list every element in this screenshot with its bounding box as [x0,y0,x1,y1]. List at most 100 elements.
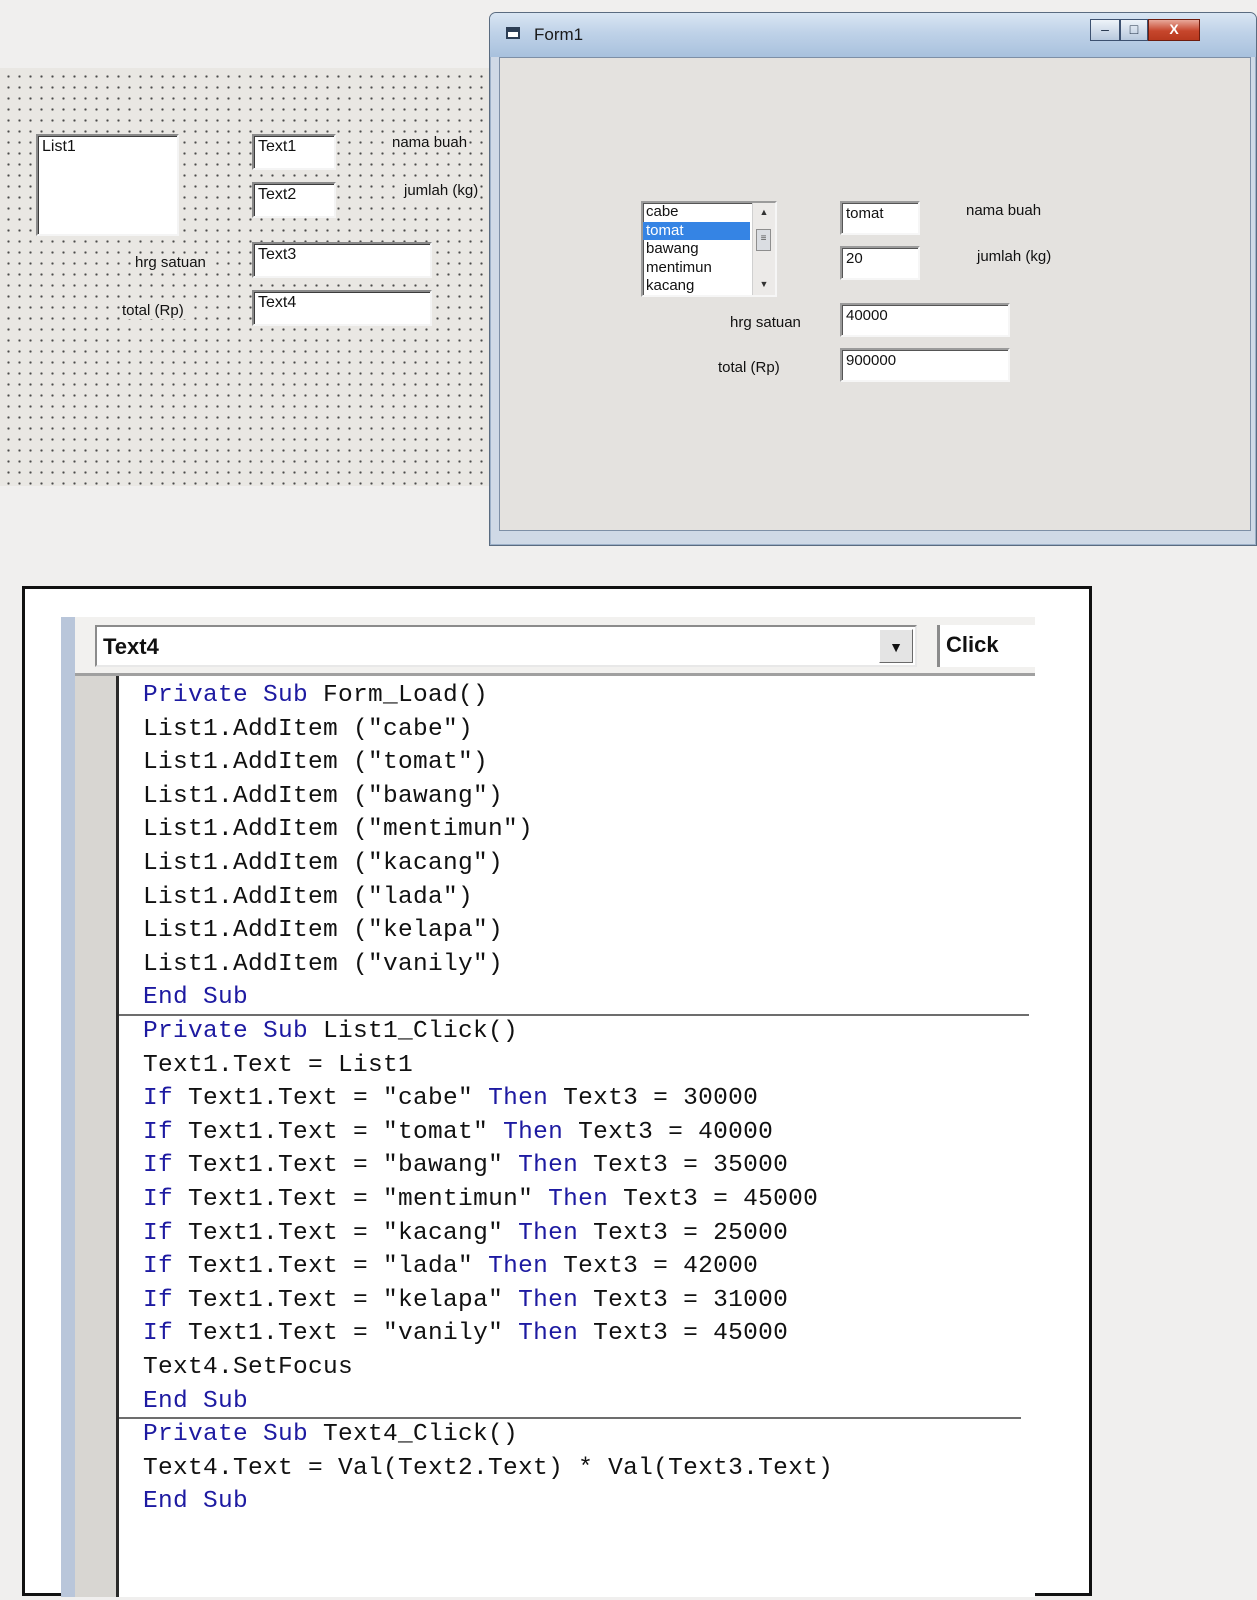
text4-value: 900000 [846,352,897,369]
code-text: Text3 = 25000 [578,1219,789,1247]
code-text: Text3 = 35000 [578,1152,789,1180]
code-line: If Text1.Text = "vanily" Then Text3 = 45… [143,1319,788,1349]
text4-total-field[interactable]: 900000 [840,348,1010,382]
code-window-frame: Text4 ▼ Click Private Sub Form_Load() Lis… [22,586,1092,1597]
code-keyword: If [143,1186,174,1213]
maximize-icon: □ [1129,21,1139,37]
procedure-separator [119,1417,1021,1420]
close-button[interactable]: X [1148,19,1200,41]
code-text: List1.AddItem ("kelapa") [143,917,504,945]
minimize-button[interactable]: – [1090,19,1120,41]
code-text: Form_Load() [308,682,489,709]
design-textbox-text4-label: Text4 [258,294,297,311]
code-text: Text3 = 40000 [563,1118,774,1146]
chevron-down-icon[interactable]: ▼ [879,629,913,663]
fruit-listbox[interactable]: cabe tomat bawang mentimun kacang ▲ ≡ ▼ [641,201,777,297]
code-text: Text1.Text = "kacang" [173,1219,519,1247]
code-line: Private Sub List1_Click() [143,1017,518,1047]
form1-window: Form1 – □ X cabe tomat bawang mentimun kacan… [489,12,1257,546]
code-keyword: Then [518,1219,579,1247]
code-line: If Text1.Text = "tomat" Then Text3 = 400… [143,1118,773,1148]
text2-jumlah-field[interactable]: 20 [840,246,920,280]
scroll-up-icon[interactable]: ▲ [753,203,775,221]
code-line: List1.AddItem ("lada") [143,883,473,913]
code-keyword: If [143,1152,174,1180]
text1-nama-buah-field[interactable]: tomat [840,201,920,235]
event-dropdown[interactable]: Click [937,625,1047,667]
code-line: Text4.SetFocus [143,1353,353,1383]
label-total: total (Rp) [718,359,780,376]
code-keyword: Then [518,1152,579,1180]
code-keyword: Private Sub [143,1421,309,1449]
code-keyword: Then [518,1320,579,1348]
scroll-thumb[interactable]: ≡ [756,229,771,251]
design-label-total: total (Rp) [120,302,186,319]
design-textbox-text2[interactable]: Text2 [252,182,336,218]
object-dropdown[interactable]: Text4 ▼ [95,625,917,667]
code-line: End Sub [143,1487,248,1517]
code-text: Text3 = 30000 [548,1085,759,1113]
code-keyword: Private Sub [143,1018,309,1045]
event-dropdown-value: Click [946,632,999,657]
code-keyword: If [143,1219,174,1247]
design-textbox-text1[interactable]: Text1 [252,134,336,170]
design-textbox-text4[interactable]: Text4 [252,290,432,326]
code-text: Text1.Text = List1 [143,1051,414,1079]
code-line: If Text1.Text = "kelapa" Then Text3 = 31… [143,1286,788,1316]
list-item[interactable]: cabe [643,203,750,222]
code-window: Text4 ▼ Click Private Sub Form_Load() Lis… [61,617,1047,1597]
code-line: List1.AddItem ("kelapa") [143,916,503,946]
code-line: If Text1.Text = "mentimun" Then Text3 = … [143,1185,818,1215]
design-label-nama-buah: nama buah [390,134,470,151]
list-item[interactable]: tomat [643,221,750,240]
text2-value: 20 [846,250,863,267]
maximize-button[interactable]: □ [1120,19,1148,41]
scroll-down-icon[interactable]: ▼ [753,275,775,293]
code-keyword: If [143,1085,174,1113]
code-text: Text1.Text = "cabe" [173,1085,489,1113]
design-textbox-text3[interactable]: Text3 [252,242,432,278]
code-keyword: Then [488,1253,549,1281]
list-item[interactable]: kacang [643,277,750,295]
code-text: List1.AddItem ("cabe") [143,715,474,743]
code-line: Text4.Text = Val(Text2.Text) * Val(Text3… [143,1454,833,1484]
code-keyword: Then [503,1118,564,1146]
code-editor[interactable]: Private Sub Form_Load() List1.AddItem ("c… [119,679,1035,1597]
design-label-harga-satuan: hrg satuan [133,254,208,271]
code-text: Text1.Text = "bawang" [173,1152,519,1180]
code-line: Private Sub Form_Load() [143,681,488,711]
code-keyword: If [143,1320,174,1348]
form1-title: Form1 [534,25,584,44]
code-keyword: If [143,1118,174,1146]
code-text: Text3 = 45000 [578,1320,789,1348]
code-margin-gutter [75,676,119,1597]
design-label-jumlah: jumlah (kg) [402,182,481,199]
code-line: End Sub [143,983,248,1013]
code-text: Text4.Text = Val(Text2.Text) * Val(Text3… [143,1454,834,1482]
list-item[interactable]: mentimun [643,259,750,278]
minimize-icon: – [1101,21,1109,37]
label-nama-buah: nama buah [966,202,1042,219]
form1-titlebar[interactable]: Form1 – □ X [490,13,1256,57]
code-keyword: End Sub [143,1488,249,1516]
procedure-separator [119,1014,1029,1016]
code-line: If Text1.Text = "bawang" Then Text3 = 35… [143,1151,788,1181]
code-text: Text1.Text = "lada" [173,1253,489,1281]
code-keyword: Private Sub [143,682,309,709]
text1-value: tomat [846,205,884,222]
code-keyword: If [143,1253,174,1281]
listbox-scrollbar[interactable]: ▲ ≡ ▼ [752,203,775,295]
code-text: Text1.Text = "kelapa" [173,1286,519,1314]
list-item[interactable]: bawang [643,240,750,259]
form1-client-area: cabe tomat bawang mentimun kacang ▲ ≡ ▼ toma… [499,57,1251,531]
code-text: List1.AddItem ("vanily") [143,950,504,978]
text3-harga-field[interactable]: 40000 [840,303,1010,337]
code-text: Text4.SetFocus [143,1354,354,1381]
label-jumlah: jumlah (kg) [977,248,1052,265]
code-keyword: Then [488,1085,549,1113]
code-line: List1.AddItem ("mentimun") [143,815,533,845]
code-text: Text3 = 45000 [608,1186,819,1213]
code-text: Text3 = 42000 [548,1253,759,1281]
design-listbox-list1[interactable]: List1 [36,134,179,236]
code-line: List1.AddItem ("tomat") [143,748,488,778]
